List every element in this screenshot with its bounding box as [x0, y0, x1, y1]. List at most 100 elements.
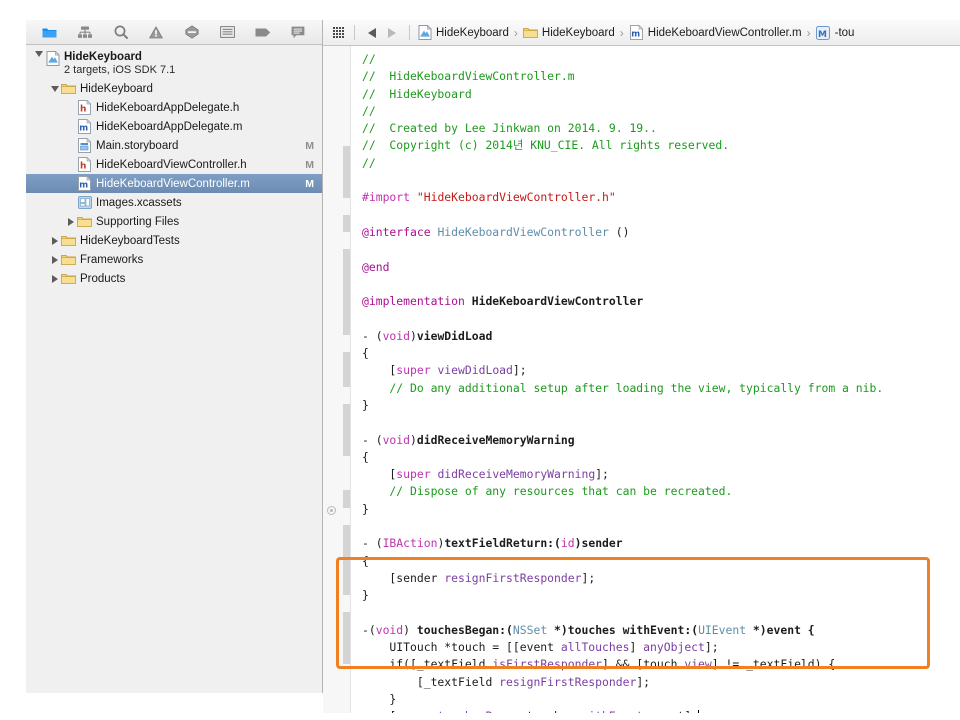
navigator-row-project[interactable]: HideKeyboard2 targets, iOS SDK 7.1 — [26, 49, 322, 79]
code-line: } — [362, 691, 960, 708]
breadcrumb-item-3[interactable]: M-tou — [816, 25, 855, 40]
header-file-icon: h — [77, 100, 92, 115]
code-line — [362, 518, 960, 535]
navigator-row-file-images-xcassets[interactable]: Images.xcassets — [26, 193, 322, 212]
code-token: // Do any additional setup after loading… — [362, 381, 883, 395]
code-token: () — [616, 225, 630, 239]
breadcrumb-label: HideKeyboard — [436, 27, 509, 39]
code-line: { — [362, 553, 960, 570]
code-token: @end — [362, 260, 389, 274]
project-navigator-icon[interactable] — [39, 23, 61, 41]
code-token: view — [684, 657, 711, 671]
disclosure-triangle-icon[interactable] — [32, 51, 45, 57]
change-bar — [343, 146, 350, 198]
disclosure-triangle-icon[interactable] — [48, 275, 61, 283]
disclosure-triangle-icon[interactable] — [64, 218, 77, 226]
code-token: IBAction — [383, 536, 438, 550]
navigator-row-group-tests[interactable]: HideKeyboardTests — [26, 231, 322, 250]
code-area[interactable]: //// HideKeboardViewController.m// HideK… — [323, 46, 960, 713]
navigator-row-file-viewcontroller-m[interactable]: mHideKeboardViewController.mM — [26, 174, 322, 193]
issue-navigator-icon[interactable] — [145, 23, 167, 41]
symbol-navigator-icon[interactable] — [74, 23, 96, 41]
code-token: HideKeboardViewController — [472, 294, 643, 308]
code-line: @end — [362, 259, 960, 276]
code-token: touchesBegan:( — [417, 623, 513, 637]
code-token: ] && [touch — [602, 657, 684, 671]
breadcrumb[interactable]: HideKeyboard›HideKeyboard›mHideKeboardVi… — [417, 25, 854, 40]
code-token: didReceiveMemoryWarning — [417, 433, 575, 447]
code-token: ] != _textField) { — [712, 657, 835, 671]
code-line: // — [362, 103, 960, 120]
related-items-icon[interactable] — [329, 24, 347, 42]
navigator-row-group-products[interactable]: Products — [26, 269, 322, 288]
code-token: // — [362, 104, 376, 118]
code-token: void — [383, 329, 410, 343]
folder-icon — [77, 214, 92, 229]
navigator-row-file-viewcontroller-h[interactable]: hHideKeboardViewController.hM — [26, 155, 322, 174]
source-code-text[interactable]: //// HideKeboardViewController.m// HideK… — [350, 46, 960, 713]
code-token: touches — [527, 709, 582, 713]
code-token: } — [362, 692, 396, 706]
navigator-row-file-appdelegate-m[interactable]: mHideKeboardAppDelegate.m — [26, 117, 322, 136]
code-token: super — [396, 709, 430, 713]
code-line: [super didReceiveMemoryWarning]; — [362, 466, 960, 483]
breadcrumb-item-0[interactable]: HideKeyboard — [417, 25, 509, 40]
code-line: // Copyright (c) 2014년 KNU_CIE. All righ… — [362, 137, 960, 154]
code-line: -(void) touchesBegan:(NSSet *)touches wi… — [362, 622, 960, 639]
project-navigator-tree[interactable]: HideKeyboard2 targets, iOS SDK 7.1HideKe… — [26, 45, 322, 693]
disclosure-triangle-icon[interactable] — [48, 86, 61, 92]
breadcrumb-label: -tou — [835, 27, 855, 39]
breakpoint-navigator-icon[interactable] — [252, 23, 274, 41]
back-arrow-icon[interactable] — [368, 28, 376, 38]
code-line — [362, 172, 960, 189]
disclosure-triangle-icon[interactable] — [48, 256, 61, 264]
svg-text:m: m — [631, 30, 640, 40]
change-bar — [343, 490, 350, 508]
code-token: } — [362, 502, 369, 516]
code-token: withEvent: — [581, 709, 650, 713]
navigator-row-label: HideKeboardAppDelegate.h — [96, 102, 239, 114]
svg-text:h: h — [80, 162, 86, 172]
breadcrumb-item-1[interactable]: HideKeyboard — [523, 25, 615, 40]
jump-bar[interactable]: HideKeyboard›HideKeyboard›mHideKeboardVi… — [323, 20, 960, 46]
navigator-row-file-main-storyboard[interactable]: Main.storyboardM — [26, 136, 322, 155]
navigator-row-file-appdelegate-h[interactable]: h HideKeboardAppDelegate.h — [26, 98, 322, 117]
forward-arrow-icon[interactable] — [388, 28, 396, 38]
breadcrumb-item-2[interactable]: mHideKeboardViewController.m — [629, 25, 802, 40]
report-navigator-icon[interactable] — [287, 23, 309, 41]
code-line: [super touchesBegan:touches withEvent:ev… — [362, 708, 960, 713]
debug-navigator-icon[interactable] — [216, 23, 238, 41]
code-line: [super viewDidLoad]; — [362, 362, 960, 379]
code-token: @interface — [362, 225, 437, 239]
header-file-icon: h — [77, 157, 92, 172]
jump-bar-divider-2 — [409, 25, 410, 40]
code-token: { — [362, 554, 369, 568]
ibaction-connection-dot[interactable] — [327, 506, 336, 515]
code-token: - ( — [362, 536, 383, 550]
code-token: NSSet — [513, 623, 547, 637]
code-token: ) — [410, 329, 417, 343]
test-navigator-icon[interactable] — [181, 23, 203, 41]
navigator-row-group-hidekeyboard[interactable]: HideKeyboard — [26, 79, 322, 98]
code-token: super — [396, 363, 430, 377]
code-token: #import — [362, 190, 417, 204]
search-navigator-icon[interactable] — [110, 23, 132, 41]
navigator-row-group-supporting-files[interactable]: Supporting Files — [26, 212, 322, 231]
code-line: } — [362, 397, 960, 414]
navigator-row-label: HideKeboardViewController.h — [96, 159, 247, 171]
disclosure-triangle-icon[interactable] — [48, 237, 61, 245]
code-token: } — [362, 398, 369, 412]
code-token: UIEvent — [698, 623, 746, 637]
modified-badge: M — [305, 140, 314, 152]
folder-icon — [61, 252, 76, 267]
code-token: // — [362, 52, 376, 66]
folder-icon — [523, 25, 538, 40]
source-file-icon: m — [77, 119, 92, 134]
storyboard-icon — [77, 138, 92, 153]
code-line: // Created by Lee Jinkwan on 2014. 9. 19… — [362, 120, 960, 137]
navigator-row-group-frameworks[interactable]: Frameworks — [26, 250, 322, 269]
code-line: #import "HideKeboardViewController.h" — [362, 189, 960, 206]
source-editor-pane: HideKeyboard›HideKeyboard›mHideKeboardVi… — [323, 20, 960, 713]
code-line: // — [362, 51, 960, 68]
code-line — [362, 276, 960, 293]
